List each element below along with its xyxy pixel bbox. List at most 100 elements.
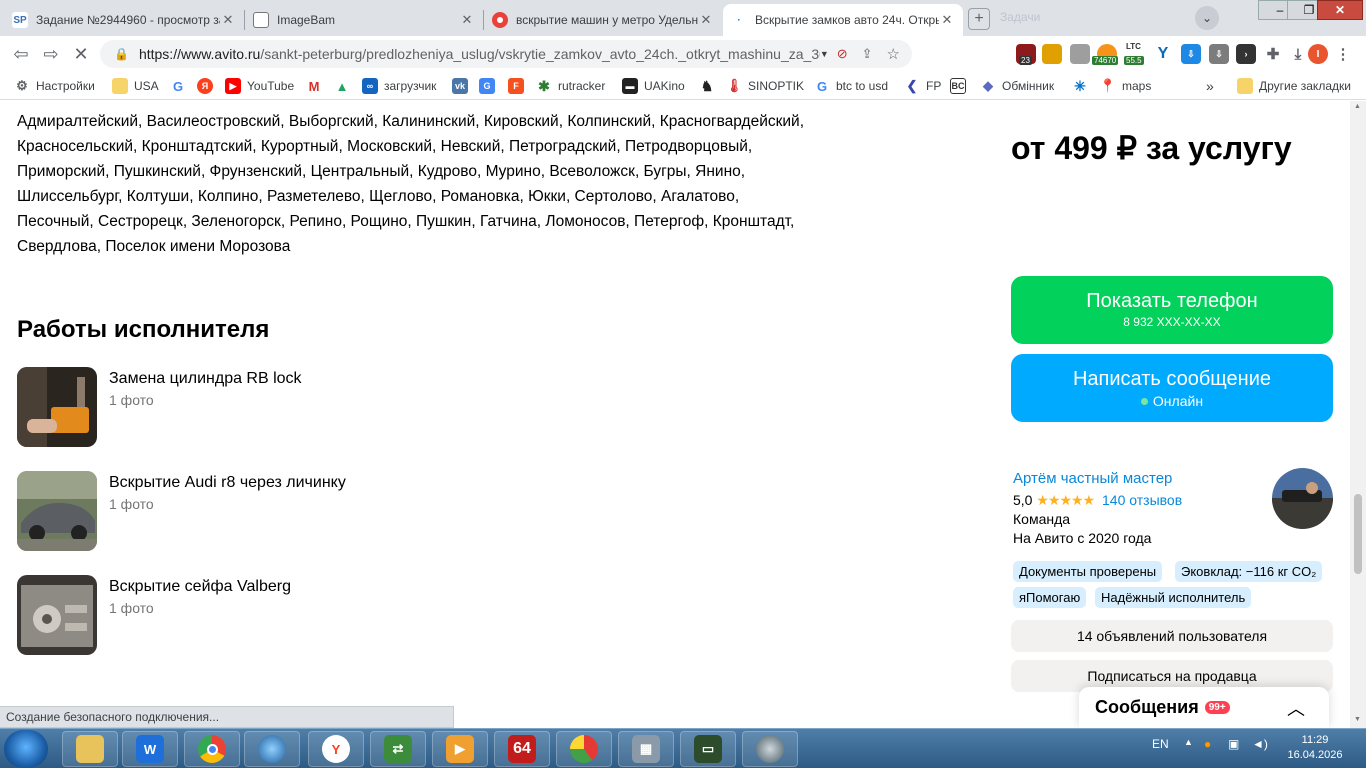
shield-w-icon: W [136,735,164,763]
tab-search[interactable]: вскрытие машин у метро Удельная ✕ [484,4,722,36]
lock-icon[interactable]: 🔒 [114,47,129,61]
bookmark-btc-to-usd[interactable]: Gbtc to usd [814,78,888,94]
avast-icon[interactable]: ● [1204,737,1211,751]
scrollbar-thumb[interactable] [1354,494,1362,574]
share-icon[interactable]: ⇪ [862,46,873,62]
work-item[interactable]: Вскрытие сейфа Valberg 1 фото [17,575,291,655]
bookmark-yandex[interactable]: Я [197,78,219,94]
address-bar[interactable]: 🔒 https://www.avito.ru/sankt-peterburg/p… [100,40,912,68]
scroll-up-icon[interactable]: ▲ [1354,103,1361,110]
bookmark-sinoptik[interactable]: 🌡 SINOPTIK [726,78,804,94]
close-icon[interactable]: ✕ [220,12,236,28]
bookmark-settings[interactable]: ⚙ Настройки [14,78,95,94]
work-item[interactable]: Вскрытие Audi r8 через личинку 1 фото [17,471,346,551]
taskbar-player[interactable]: ▶ [432,731,488,767]
bookmark-other-folder[interactable]: Другие закладки [1237,78,1351,94]
chevron-up-icon[interactable]: ︿ [1287,695,1305,721]
tab-imagebam[interactable]: ImageBam ✕ [245,4,483,36]
window-close-button[interactable]: ✕ [1317,0,1363,20]
extension-shield-icon[interactable] [1042,44,1062,64]
back-arrow-icon[interactable]: ⇦ [10,44,32,64]
bookmark-usa[interactable]: USA [112,78,159,94]
taskbar-chart-app[interactable] [556,731,612,767]
download-manager-icon[interactable]: ⇩ [1181,44,1201,64]
new-tab-button[interactable]: + [968,8,990,30]
taskbar-chrome[interactable] [184,731,240,767]
network-icon[interactable]: ▣ [1228,737,1239,751]
page-scrollbar[interactable]: ▲ ▼ [1350,101,1366,728]
work-title[interactable]: Замена цилиндра RB lock [109,368,302,390]
bookmark-translate[interactable]: G [479,78,501,94]
taskbar-network[interactable] [244,731,300,767]
taskbar-wise-care[interactable]: W [122,731,178,767]
extensions-puzzle-icon[interactable]: ✚ [1263,44,1283,64]
taskbar-yandex[interactable]: Y [308,731,364,767]
start-button[interactable] [4,730,48,768]
url-dropdown-icon[interactable]: ▼ [820,49,829,59]
close-icon[interactable]: ✕ [698,12,714,28]
bookmark-youtube[interactable]: ▶ YouTube [225,78,294,94]
badge-eco-contribution[interactable]: Эковклад: −116 кг CO₂ [1175,561,1323,582]
bookmarks-more-button[interactable]: » [1206,78,1214,94]
bookmark-chess[interactable]: ♞ [699,78,721,94]
extension-v-icon[interactable]: Y [1153,44,1173,64]
bookmark-walmart[interactable]: ✳ [1072,78,1094,94]
user-listings-button[interactable]: 14 объявлений пользователя [1011,620,1333,652]
bookmark-fp[interactable]: ❮ FP [904,78,942,94]
extension-bag-icon[interactable] [1070,44,1090,64]
scroll-down-icon[interactable]: ▼ [1354,716,1361,723]
work-title[interactable]: Вскрытие Audi r8 через личинку [109,472,346,494]
work-photo[interactable] [17,367,97,447]
work-photo[interactable] [17,471,97,551]
url-host: https://www.avito.ru [138,46,261,62]
taskbar-sync[interactable]: ⇄ [370,731,426,767]
seller-name-link[interactable]: Артём частный мастер [1013,470,1172,487]
bookmark-google[interactable]: G [170,78,192,94]
work-photo[interactable] [17,575,97,655]
bookmark-exchanger[interactable]: ◆ Обмінник [980,78,1054,94]
bookmark-maps[interactable]: 📍 maps [1100,78,1151,94]
reviews-link[interactable]: 140 отзывов [1102,492,1182,508]
system-clock[interactable]: 11:29 16.04.2026 [1287,733,1343,763]
write-message-button[interactable]: Написать сообщение Онлайн [1011,354,1333,422]
bookmark-uakino[interactable]: ▬ UAKino [622,78,685,94]
close-icon[interactable]: ✕ [939,12,955,28]
downloads-icon[interactable]: ⤓ [1288,44,1308,64]
taskbar-calculator[interactable]: ▦ [618,731,674,767]
bookmark-vk[interactable]: vk [452,78,474,94]
work-title[interactable]: Вскрытие сейфа Valberg [109,576,291,598]
forward-arrow-icon[interactable]: ⇨ [40,44,62,64]
seller-avatar[interactable] [1272,468,1333,529]
close-icon[interactable]: ✕ [459,12,475,28]
messages-widget[interactable]: Сообщения 99+ ︿ [1079,687,1329,728]
tray-expand-icon[interactable]: ▲ [1184,737,1193,747]
show-phone-button[interactable]: Показать телефон 8 932 XXX-XX-XX [1011,276,1333,344]
badge-reliable-performer[interactable]: Надёжный исполнитель [1095,587,1252,608]
bookmark-bc[interactable]: BC [950,78,972,94]
save-icon[interactable]: ⇩ [1209,44,1229,64]
tab-search-button[interactable]: ⌄ [1195,6,1219,30]
tab-task[interactable]: SP Задание №2944960 - просмотр за ✕ [4,4,244,36]
blocked-icon[interactable]: ⊘ [837,46,848,62]
volume-icon[interactable]: ◄) [1252,737,1268,751]
taskbar-monitor[interactable]: ▭ [680,731,736,767]
terminal-icon[interactable]: › [1236,44,1256,64]
menu-icon[interactable]: ⋮ [1333,44,1353,64]
bookmark-rutracker[interactable]: ✱ rutracker [536,78,605,94]
stop-icon[interactable]: ✕ [70,44,92,64]
taskbar-explorer[interactable] [62,731,118,767]
bookmark-gmail[interactable]: M [306,78,328,94]
tab-avito-active[interactable]: · Вскрытие замков авто 24ч. Откры ✕ [723,4,963,36]
bookmark-downloader[interactable]: ∞ загрузчик [362,78,436,94]
badge-ya-pomogayu[interactable]: яПомогаю [1013,587,1087,608]
star-icon[interactable]: ☆ [887,45,900,63]
bookmark-f[interactable]: F [508,78,530,94]
f-icon: F [508,78,524,94]
language-indicator[interactable]: EN [1152,737,1169,751]
profile-avatar[interactable]: I [1308,44,1328,64]
taskbar-clock-app[interactable] [742,731,798,767]
work-item[interactable]: Замена цилиндра RB lock 1 фото [17,367,302,447]
taskbar-aida64[interactable]: 64 [494,731,550,767]
bookmark-drive[interactable]: ▲ [334,78,356,94]
badge-documents-verified[interactable]: Документы проверены [1013,561,1163,582]
